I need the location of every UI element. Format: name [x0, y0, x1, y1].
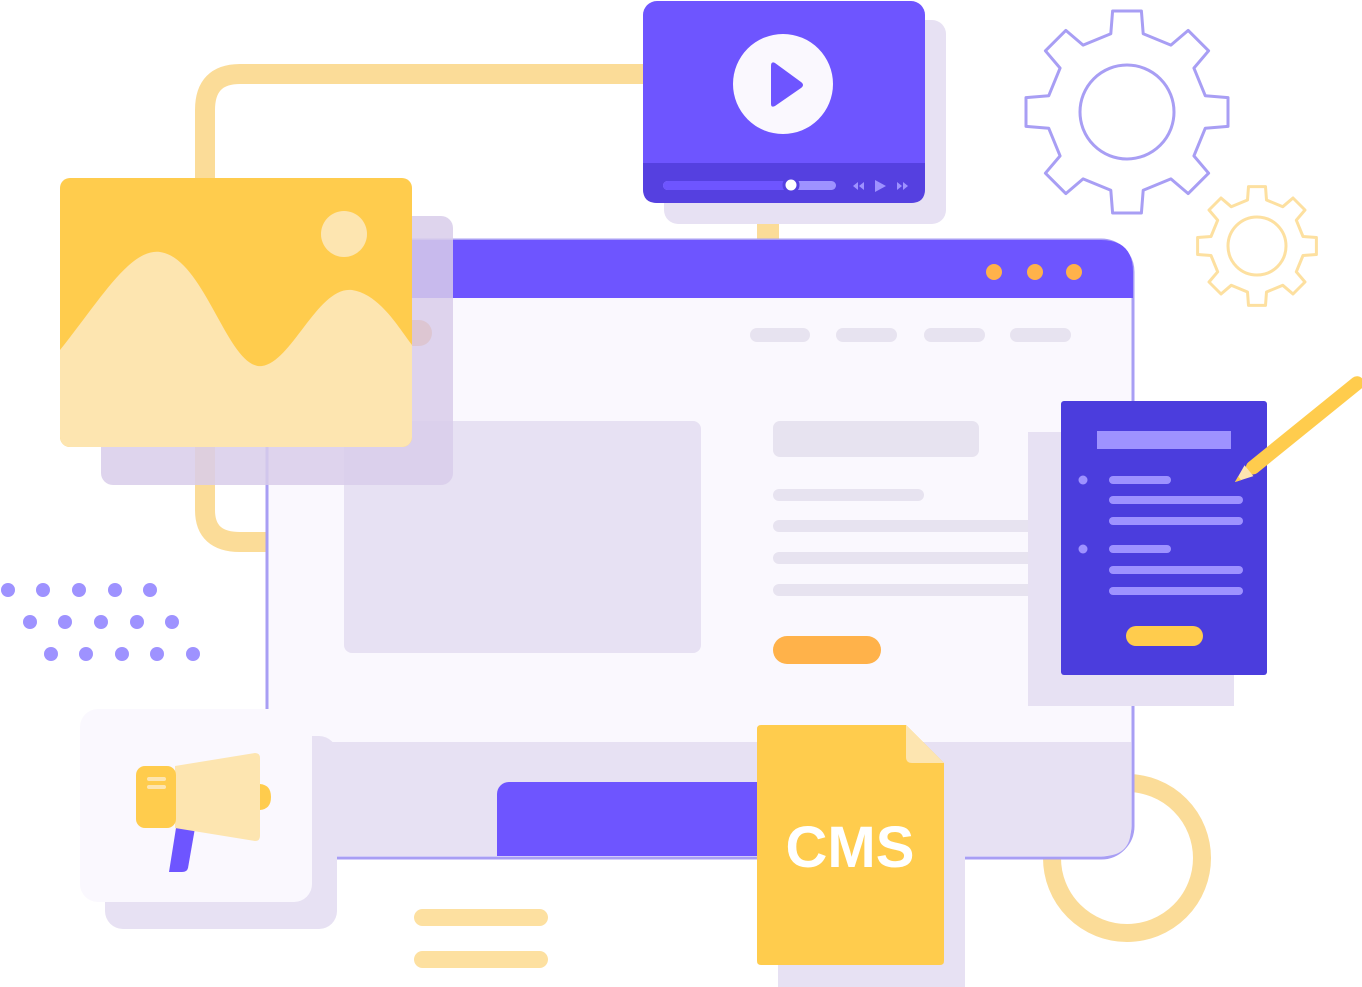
form-submit-button[interactable]	[1126, 626, 1203, 646]
nav-item	[924, 328, 985, 342]
gear-outline	[1196, 185, 1318, 307]
content-heading	[773, 421, 979, 457]
decorative-line	[414, 909, 548, 926]
cms-label: CMS	[786, 815, 915, 880]
video-player	[643, 1, 946, 224]
nav-item	[1010, 328, 1071, 342]
form-card	[1028, 401, 1267, 706]
cms-file: CMS	[757, 725, 965, 987]
form-title-bar	[1097, 431, 1231, 449]
gear-small-icon-hub	[1226, 215, 1288, 277]
gear-icon	[1024, 9, 1230, 215]
sun-icon	[321, 211, 367, 257]
decorative-line	[414, 951, 548, 968]
nav-item	[750, 328, 810, 342]
dot-pattern	[1, 583, 200, 661]
nav-item	[836, 328, 897, 342]
image-card	[60, 178, 453, 485]
cms-illustration: CMS	[1, 1, 1362, 987]
cta-button[interactable]	[773, 636, 881, 664]
gear-outline	[1024, 9, 1230, 215]
progress-knob[interactable]	[782, 176, 800, 194]
gear-small-icon	[1196, 185, 1318, 307]
gear-icon-hub	[1078, 63, 1176, 161]
progress-fill	[663, 181, 791, 190]
megaphone-card	[80, 709, 337, 929]
